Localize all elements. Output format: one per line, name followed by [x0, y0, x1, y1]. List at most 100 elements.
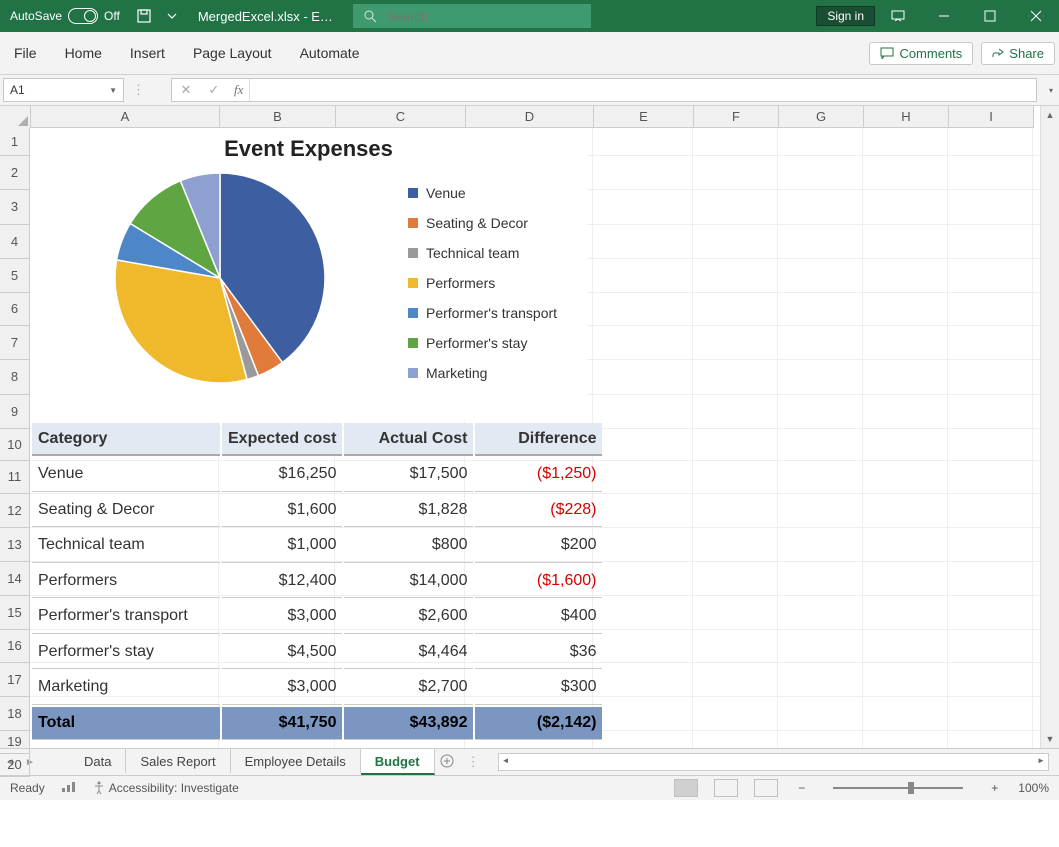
- row-header-6[interactable]: 6: [0, 293, 30, 326]
- column-headers[interactable]: ABCDEFGHI: [31, 106, 1034, 128]
- col-header-I[interactable]: I: [949, 106, 1034, 128]
- legend-item: Performer's stay: [408, 328, 557, 358]
- row-header-15[interactable]: 15: [0, 596, 30, 630]
- search-box[interactable]: [353, 4, 591, 28]
- view-page-layout-button[interactable]: [714, 779, 738, 797]
- scroll-up-icon[interactable]: ▲: [1041, 106, 1059, 124]
- fx-label[interactable]: fx: [228, 82, 249, 98]
- row-headers[interactable]: 1234567891011121314151617181920: [0, 128, 30, 748]
- toggle-icon: [68, 8, 98, 24]
- formula-input[interactable]: [249, 79, 1036, 101]
- row-header-16[interactable]: 16: [0, 630, 30, 663]
- legend-item: Venue: [408, 178, 557, 208]
- row-header-3[interactable]: 3: [0, 190, 30, 225]
- add-sheet-button[interactable]: [435, 754, 459, 771]
- sheet-tab[interactable]: Data: [70, 749, 126, 773]
- row-header-4[interactable]: 4: [0, 225, 30, 259]
- cancel-formula-icon: ✕: [172, 82, 200, 98]
- row-header-13[interactable]: 13: [0, 528, 30, 562]
- vertical-scrollbar[interactable]: ▲ ▼: [1040, 106, 1059, 748]
- sheet-tab[interactable]: Sales Report: [126, 749, 230, 773]
- view-normal-button[interactable]: [674, 779, 698, 797]
- col-header-D[interactable]: D: [466, 106, 594, 128]
- undo-dropdown-icon[interactable]: [158, 0, 186, 32]
- row-header-1[interactable]: 1: [0, 128, 30, 156]
- maximize-button[interactable]: [967, 0, 1013, 32]
- enter-formula-icon: ✓: [200, 82, 228, 98]
- row-header-12[interactable]: 12: [0, 494, 30, 528]
- chart-legend: VenueSeating & DecorTechnical teamPerfor…: [408, 178, 557, 388]
- zoom-in-button[interactable]: +: [987, 781, 1002, 795]
- row-header-8[interactable]: 8: [0, 360, 30, 395]
- comments-button[interactable]: Comments: [869, 42, 973, 65]
- chevron-down-icon[interactable]: ▼: [109, 86, 117, 95]
- stats-icon[interactable]: [61, 781, 77, 796]
- col-header-H[interactable]: H: [864, 106, 949, 128]
- row-header-2[interactable]: 2: [0, 156, 30, 190]
- col-header-B[interactable]: B: [220, 106, 336, 128]
- col-header-G[interactable]: G: [779, 106, 864, 128]
- scroll-down-icon[interactable]: ▼: [1041, 730, 1059, 748]
- chart-object[interactable]: Event Expenses VenueSeating & DecorTechn…: [30, 128, 587, 421]
- status-bar: Ready Accessibility: Investigate − + 100…: [0, 775, 1059, 800]
- row-header-20[interactable]: 20: [0, 754, 30, 777]
- minimize-button[interactable]: [921, 0, 967, 32]
- row-header-19[interactable]: 19: [0, 731, 30, 754]
- col-header-C[interactable]: C: [336, 106, 466, 128]
- sign-in-button[interactable]: Sign in: [816, 6, 875, 26]
- row-header-17[interactable]: 17: [0, 663, 30, 697]
- menu-file[interactable]: File: [0, 32, 51, 74]
- formula-expand-icon[interactable]: ▾: [1043, 86, 1059, 95]
- table-total-row: Total $41,750 $43,892 ($2,142): [32, 707, 602, 741]
- accessibility-button[interactable]: Accessibility: Investigate: [93, 781, 239, 795]
- accessibility-icon: [93, 781, 105, 795]
- menu-home[interactable]: Home: [51, 32, 116, 74]
- row-header-14[interactable]: 14: [0, 562, 30, 596]
- name-box-resize[interactable]: ⋮: [124, 82, 153, 98]
- cell-area[interactable]: Event Expenses VenueSeating & DecorTechn…: [30, 128, 1041, 748]
- horizontal-scrollbar[interactable]: ◄►: [498, 753, 1049, 771]
- view-page-break-button[interactable]: [754, 779, 778, 797]
- ribbon-mode-icon[interactable]: [875, 0, 921, 32]
- autosave-label: AutoSave: [10, 9, 62, 23]
- name-box[interactable]: A1▼: [3, 78, 124, 102]
- plus-circle-icon: [440, 754, 454, 768]
- row-header-9[interactable]: 9: [0, 395, 30, 429]
- table-header: Category: [32, 423, 220, 456]
- comment-icon: [880, 47, 894, 59]
- select-all-corner[interactable]: [0, 106, 31, 129]
- autosave-toggle[interactable]: AutoSave Off: [0, 8, 130, 24]
- menu-page-layout[interactable]: Page Layout: [179, 32, 286, 74]
- worksheet-grid: ABCDEFGHI 123456789101112131415161718192…: [0, 106, 1059, 748]
- zoom-slider[interactable]: [833, 787, 963, 789]
- row-header-5[interactable]: 5: [0, 259, 30, 293]
- share-button[interactable]: Share: [981, 42, 1055, 65]
- status-ready: Ready: [10, 781, 45, 795]
- table-header: Difference: [475, 423, 602, 456]
- row-header-10[interactable]: 10: [0, 429, 30, 461]
- legend-item: Marketing: [408, 358, 557, 388]
- close-button[interactable]: [1013, 0, 1059, 32]
- menu-insert[interactable]: Insert: [116, 32, 179, 74]
- menu-automate[interactable]: Automate: [286, 32, 374, 74]
- row-header-7[interactable]: 7: [0, 326, 30, 360]
- col-header-F[interactable]: F: [694, 106, 779, 128]
- sheet-tab[interactable]: Budget: [361, 749, 435, 775]
- col-header-A[interactable]: A: [31, 106, 220, 128]
- zoom-level[interactable]: 100%: [1018, 781, 1049, 795]
- col-header-E[interactable]: E: [594, 106, 694, 128]
- file-title: MergedExcel.xlsx - E…: [186, 9, 345, 24]
- table-header-row: CategoryExpected costActual CostDifferen…: [32, 423, 602, 456]
- zoom-out-button[interactable]: −: [794, 781, 809, 795]
- sheet-tab[interactable]: Employee Details: [231, 749, 361, 773]
- table-row: Marketing $3,000 $2,700 $300: [32, 671, 602, 705]
- row-header-11[interactable]: 11: [0, 461, 30, 494]
- save-icon[interactable]: [130, 0, 158, 32]
- search-input[interactable]: [385, 8, 581, 25]
- table-row: Venue $16,250 $17,500 ($1,250): [32, 458, 602, 492]
- row-header-18[interactable]: 18: [0, 697, 30, 731]
- tab-split-handle[interactable]: ⋮: [459, 754, 488, 770]
- sheet-tab-bar: ◄ ► DataSales ReportEmployee DetailsBudg…: [0, 748, 1059, 775]
- menu-bar: File Home Insert Page Layout Automate Co…: [0, 32, 1059, 75]
- autosave-state: Off: [104, 9, 120, 23]
